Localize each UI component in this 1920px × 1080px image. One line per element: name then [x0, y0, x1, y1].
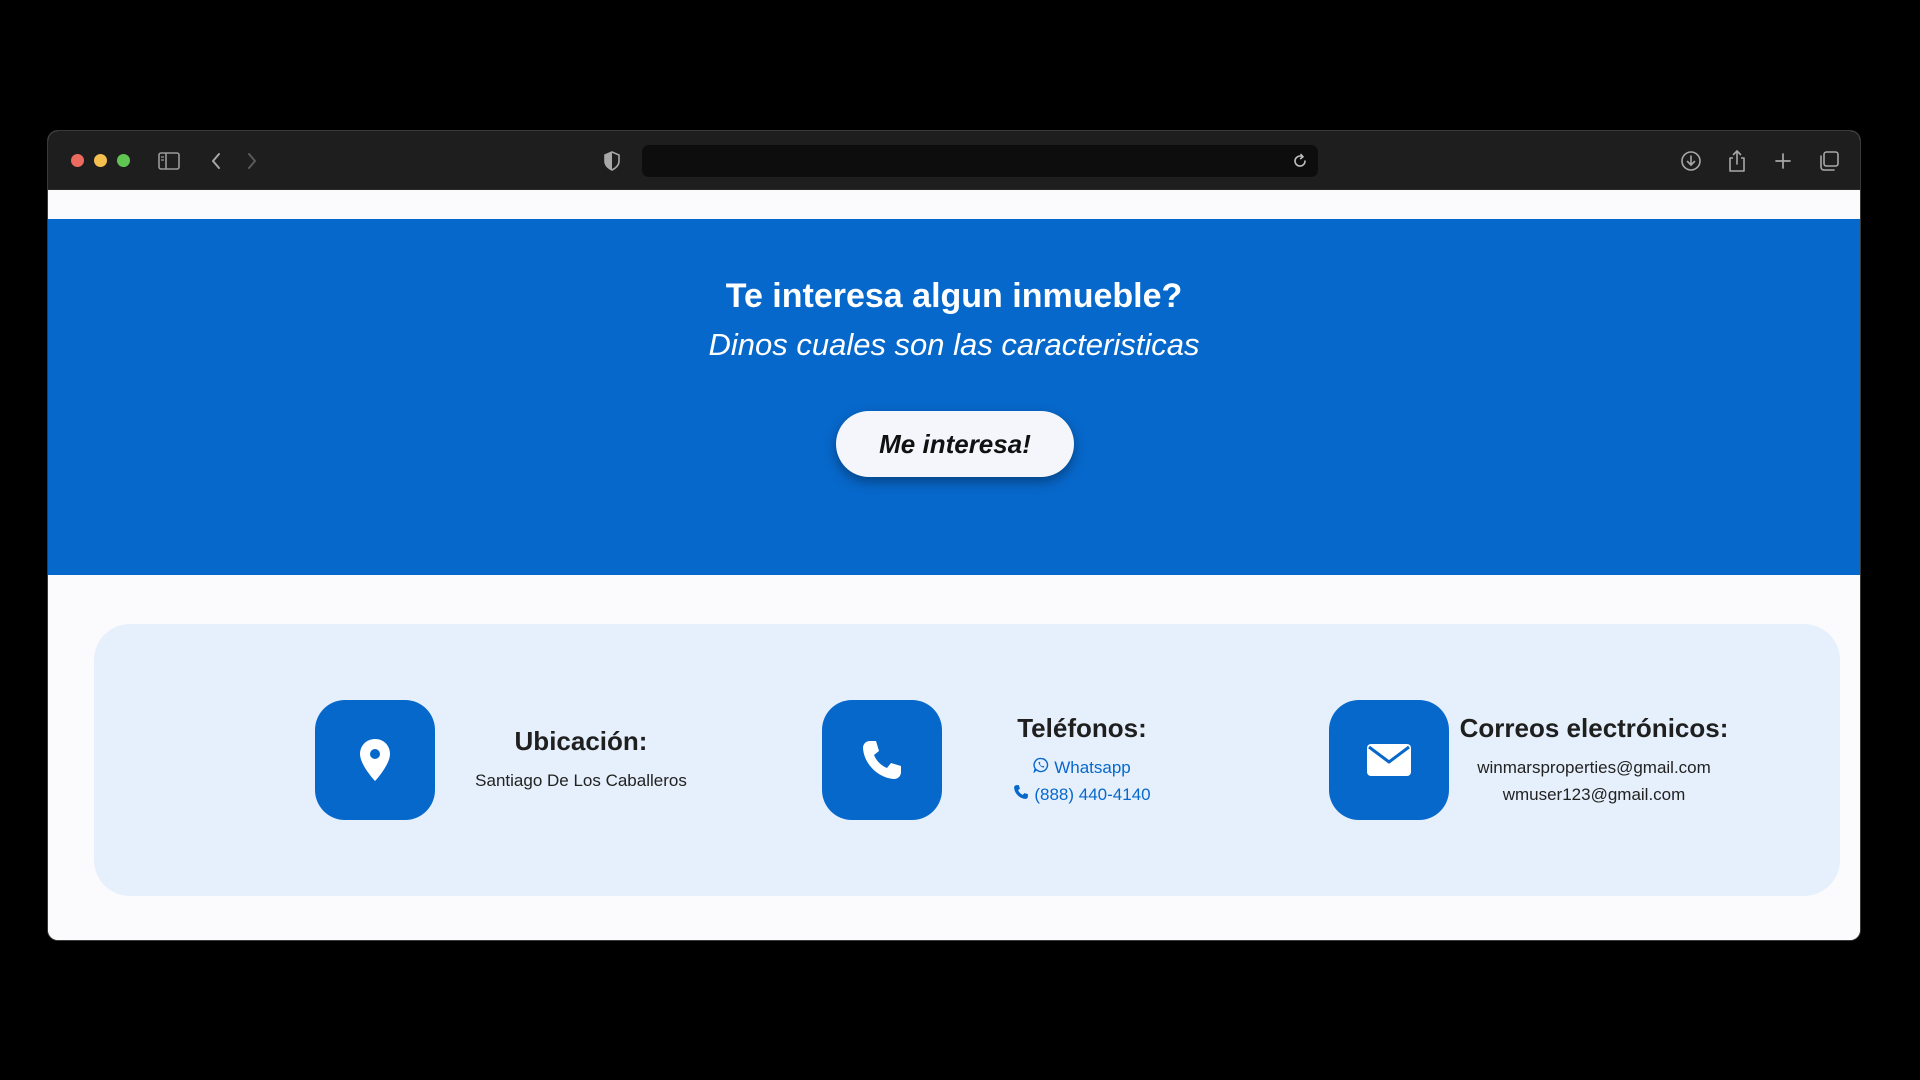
contact-info-card: Ubicación: Santiago De Los Caballeros Te…	[94, 624, 1840, 896]
emails-text: Correos electrónicos: winmarsproperties@…	[1454, 700, 1734, 820]
contact-location: Ubicación: Santiago De Los Caballeros	[315, 700, 715, 820]
hero-subtitle: Dinos cuales son las caracteristicas	[708, 327, 1200, 362]
sidebar-icon[interactable]	[156, 148, 182, 174]
download-icon[interactable]	[1678, 148, 1704, 174]
phone-icon	[822, 700, 942, 820]
location-text: Ubicación: Santiago De Los Caballeros	[457, 700, 705, 820]
phone-small-icon	[1013, 781, 1029, 808]
me-interesa-button[interactable]: Me interesa!	[836, 411, 1074, 477]
address-bar[interactable]	[642, 145, 1318, 177]
email-address-2[interactable]: wmuser123@gmail.com	[1503, 781, 1686, 808]
hero-title: Te interesa algun inmueble?	[725, 277, 1183, 315]
envelope-icon	[1329, 700, 1449, 820]
contact-phones: Teléfonos: Whatsapp (888) 440-4140	[822, 700, 1222, 820]
phone-number: (888) 440-4140	[1034, 784, 1151, 804]
map-pin-icon	[315, 700, 435, 820]
hero-section: Te interesa algun inmueble? Dinos cuales…	[48, 219, 1860, 575]
browser-toolbar	[48, 131, 1860, 190]
whatsapp-link[interactable]: Whatsapp	[1033, 754, 1131, 781]
location-heading: Ubicación:	[514, 726, 648, 756]
email-address-1[interactable]: winmarsproperties@gmail.com	[1477, 754, 1711, 781]
tabs-overview-icon[interactable]	[1816, 148, 1842, 174]
forward-icon[interactable]	[239, 148, 265, 174]
back-icon[interactable]	[203, 148, 229, 174]
phones-text: Teléfonos: Whatsapp (888) 440-4140	[957, 700, 1207, 820]
whatsapp-label: Whatsapp	[1054, 757, 1131, 777]
contact-emails: Correos electrónicos: winmarsproperties@…	[1329, 700, 1749, 820]
minimize-window-button[interactable]	[94, 154, 107, 167]
zoom-window-button[interactable]	[117, 154, 130, 167]
emails-heading: Correos electrónicos:	[1459, 712, 1729, 743]
browser-window: Te interesa algun inmueble? Dinos cuales…	[48, 131, 1860, 940]
whatsapp-icon	[1033, 754, 1049, 781]
new-tab-icon[interactable]	[1770, 148, 1796, 174]
web-page: Te interesa algun inmueble? Dinos cuales…	[48, 190, 1860, 940]
reload-icon[interactable]	[1290, 151, 1310, 171]
share-icon[interactable]	[1724, 148, 1750, 174]
phones-heading: Teléfonos:	[1017, 712, 1147, 743]
phone-number-link[interactable]: (888) 440-4140	[1013, 781, 1151, 808]
close-window-button[interactable]	[71, 154, 84, 167]
shield-icon[interactable]	[599, 148, 625, 174]
location-value: Santiago De Los Caballeros	[475, 771, 687, 790]
